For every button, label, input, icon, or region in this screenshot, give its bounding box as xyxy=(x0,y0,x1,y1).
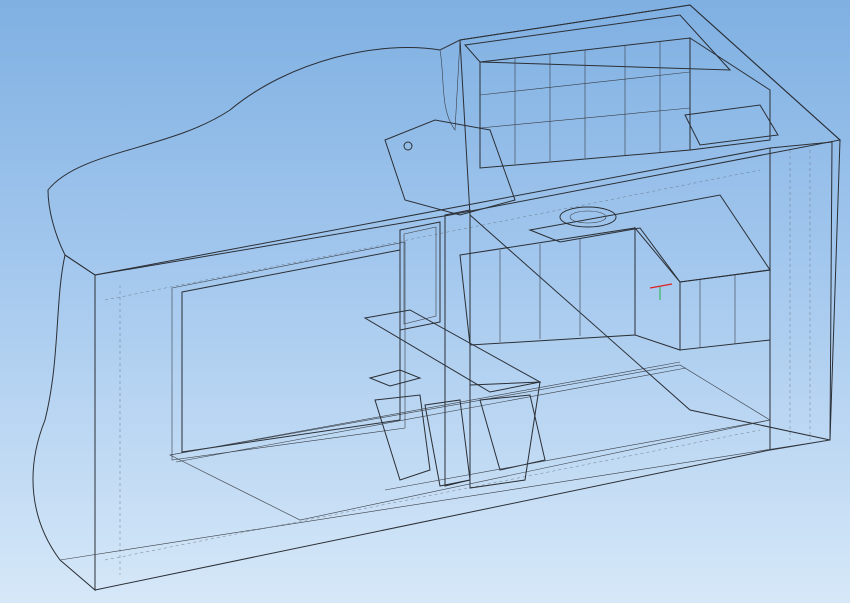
room-box[interactable] xyxy=(94,4,841,591)
cad-3d-viewport[interactable] xyxy=(0,0,850,603)
bar-counter-top xyxy=(363,309,542,393)
terrain-shell[interactable] xyxy=(32,4,842,592)
room-front-wall xyxy=(94,147,771,591)
coordinate-axes-indicator xyxy=(649,283,673,300)
cabinet-door-lines xyxy=(479,42,691,164)
base-cabinet-right xyxy=(679,269,771,351)
dark-appliance-front xyxy=(634,226,681,351)
range-hood-cabinet xyxy=(684,104,779,146)
room-right-wall xyxy=(769,141,833,451)
bar-island[interactable] xyxy=(363,119,542,489)
base-cabinets[interactable] xyxy=(399,221,771,351)
bar-stool-seat xyxy=(368,369,422,387)
terrain-back-hill xyxy=(439,39,461,131)
island-column xyxy=(444,209,471,487)
sink-bowl xyxy=(559,206,617,228)
chair-middle xyxy=(424,399,471,487)
front-window-frame-inner xyxy=(171,241,406,461)
chair-right xyxy=(479,394,546,471)
upper-cabinets[interactable] xyxy=(464,14,779,169)
upper-cabinet-right xyxy=(689,37,771,151)
kitchen-3d-model[interactable] xyxy=(0,0,850,603)
chimney-hood xyxy=(384,119,516,216)
tall-fridge-unit xyxy=(399,221,441,331)
front-window-opening xyxy=(181,249,401,453)
terrain-top-surface xyxy=(47,4,842,276)
terrain-left-slope xyxy=(32,254,96,592)
base-cabinet-front xyxy=(459,227,636,346)
chair-left xyxy=(374,394,431,481)
hood-vent-icon xyxy=(403,141,413,151)
